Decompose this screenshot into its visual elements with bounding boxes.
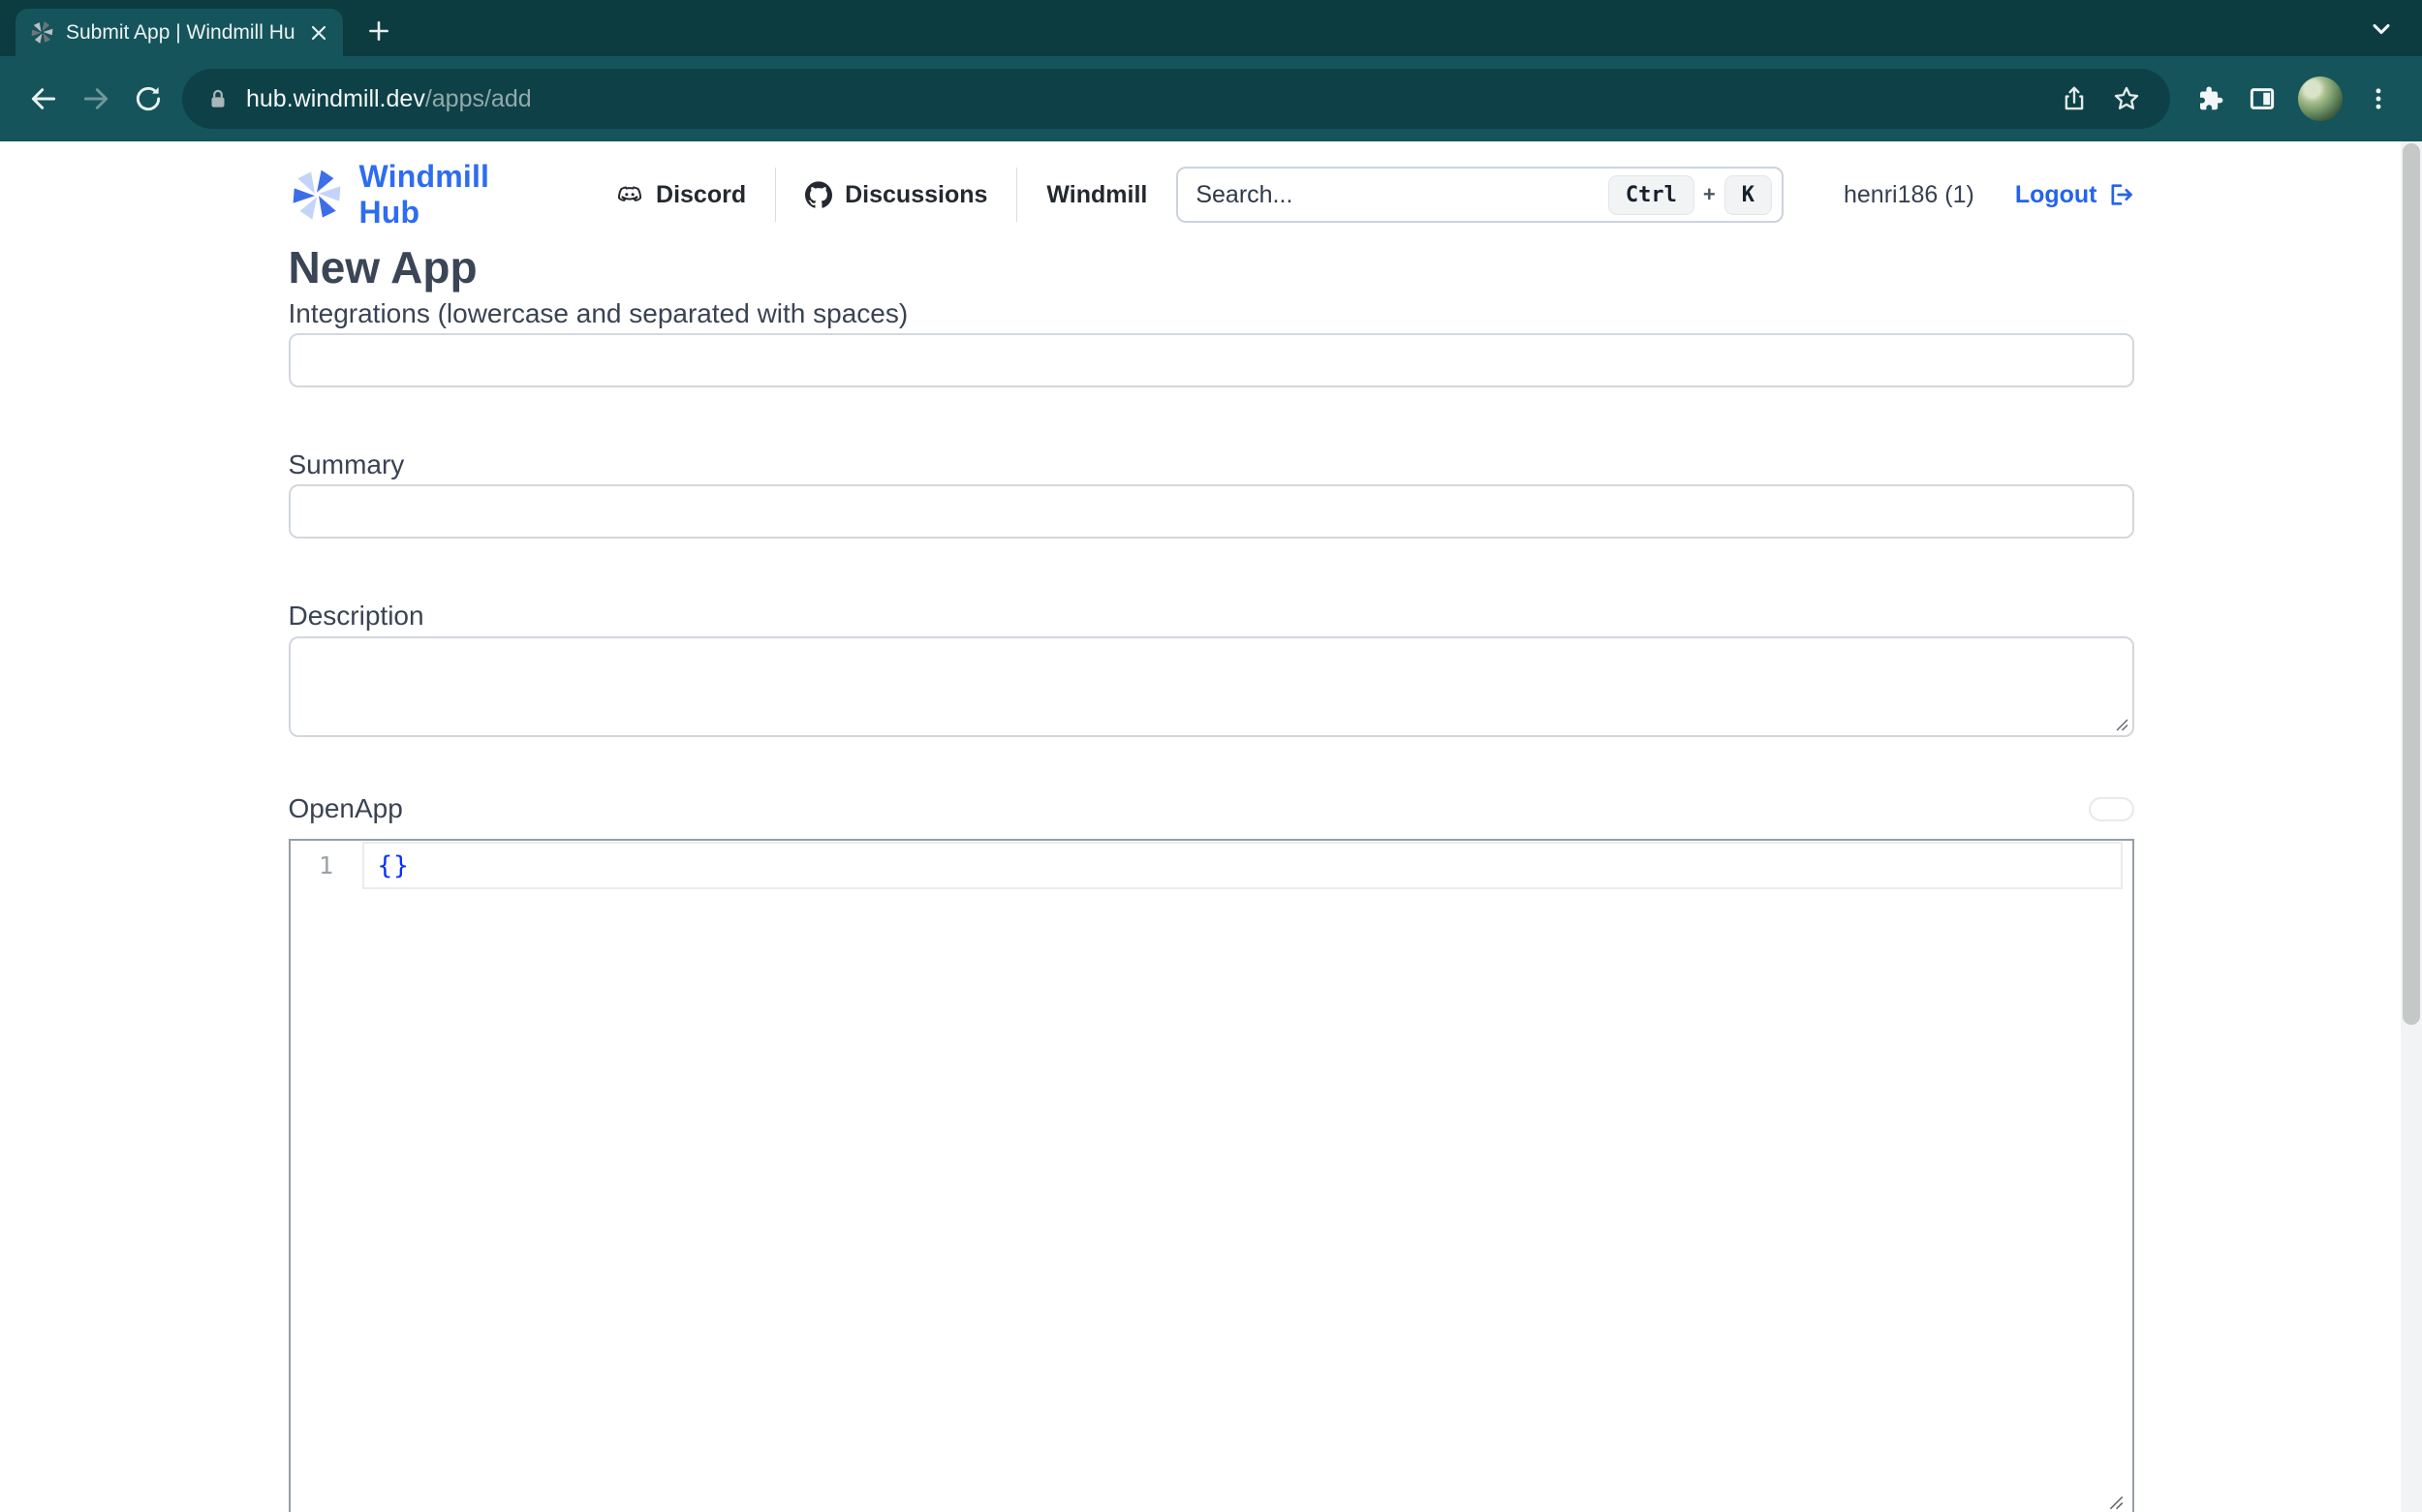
new-tab-button[interactable] (366, 18, 391, 44)
bookmark-star-icon[interactable] (2100, 73, 2153, 125)
windmill-logo-icon (289, 167, 345, 223)
nav-label: Discord (656, 181, 746, 209)
page-title: New App (289, 241, 2134, 293)
reload-button[interactable] (122, 73, 174, 125)
main-nav: Discord Discussions Windmill (587, 167, 1176, 223)
scrollbar-thumb[interactable] (2403, 143, 2420, 1025)
url-bar[interactable]: hub.windmill.dev/apps/add (182, 69, 2170, 129)
textarea-resize-grip[interactable] (2114, 717, 2129, 732)
nav-item-discussions[interactable]: Discussions (776, 181, 1016, 209)
kbd-plus: + (1703, 182, 1716, 207)
browser-tab-strip: Submit App | Windmill Hub (0, 0, 2422, 56)
page-body: Windmill Hub Discord (0, 141, 2422, 1512)
search-input[interactable] (1195, 181, 1608, 209)
search-box[interactable]: Ctrl + K (1176, 167, 1784, 223)
profile-avatar[interactable] (2298, 77, 2343, 121)
url-path: /apps/add (425, 85, 532, 112)
code-editor[interactable]: 1 {} (289, 839, 2134, 1512)
page-scrollbar[interactable] (2401, 141, 2422, 1512)
current-line-highlight[interactable]: {} (362, 842, 2123, 889)
description-label: Description (289, 601, 2134, 632)
openapp-label: OpenApp (289, 793, 403, 824)
url-host: hub.windmill.dev (246, 85, 425, 112)
nav-item-windmill[interactable]: Windmill (1017, 181, 1176, 209)
lock-icon[interactable] (205, 86, 231, 111)
site-header: Windmill Hub Discord (289, 166, 2134, 224)
windmill-favicon-icon (29, 19, 55, 46)
extensions-puzzle-icon[interactable] (2184, 73, 2236, 125)
kbd-ctrl: Ctrl (1608, 175, 1694, 215)
logout-label: Logout (2015, 181, 2097, 209)
nav-label: Windmill (1046, 181, 1147, 209)
summary-label: Summary (289, 449, 2134, 480)
line-number: 1 (291, 842, 362, 889)
openapp-toggle[interactable] (2089, 797, 2134, 821)
integrations-input[interactable] (289, 333, 2134, 387)
tab-title: Submit App | Windmill Hub (66, 21, 295, 45)
summary-input[interactable] (289, 484, 2134, 539)
menu-dots-icon[interactable] (2352, 73, 2405, 125)
side-panel-icon[interactable] (2236, 73, 2288, 125)
discord-icon (616, 181, 643, 208)
username-label: henri186 (1) (1844, 181, 1974, 209)
tab-search-chevron-icon[interactable] (2368, 15, 2395, 43)
kbd-k: K (1724, 175, 1772, 215)
editor-resize-grip[interactable] (2107, 1494, 2125, 1511)
tab-close-icon[interactable] (306, 20, 331, 46)
forward-button[interactable] (70, 73, 122, 125)
logout-link[interactable]: Logout (2015, 181, 2134, 209)
brand-title: Windmill Hub (359, 159, 549, 231)
back-button[interactable] (17, 73, 70, 125)
browser-toolbar: hub.windmill.dev/apps/add (0, 56, 2422, 141)
code-content: {} (378, 851, 410, 880)
github-icon (805, 181, 832, 208)
share-icon[interactable] (2048, 73, 2100, 125)
editor-line-1[interactable]: 1 {} (291, 841, 2132, 889)
integrations-label: Integrations (lowercase and separated wi… (289, 298, 2134, 329)
nav-item-discord[interactable]: Discord (587, 181, 775, 209)
brand-link[interactable]: Windmill Hub (289, 159, 549, 231)
nav-label: Discussions (845, 181, 987, 209)
browser-tab[interactable]: Submit App | Windmill Hub (16, 9, 343, 56)
description-textarea[interactable] (289, 636, 2134, 737)
logout-icon (2107, 181, 2134, 208)
